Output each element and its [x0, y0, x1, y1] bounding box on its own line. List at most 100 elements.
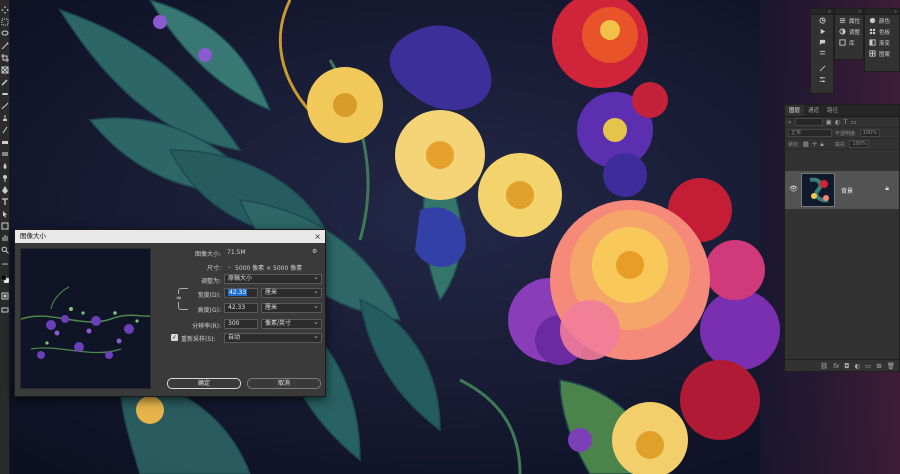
zoom-tool-icon[interactable] [1, 246, 9, 254]
tool-bar [0, 0, 10, 474]
color-icon [868, 17, 876, 25]
quick-mask-icon[interactable] [1, 292, 9, 300]
layers-bottom-bar: ⛓︎ fx ◘ ◐ ▭ ⊞ 🗑︎ [785, 359, 899, 371]
gradient-button[interactable]: 渐变 [865, 37, 899, 48]
marquee-tool-icon[interactable] [1, 18, 9, 26]
layer-name: 背景 [841, 187, 854, 195]
layer-kind-filter[interactable] [794, 118, 823, 126]
brush-tool-icon[interactable] [1, 102, 9, 110]
layer-filter-row: ⌕ ▣ ◐ T ▭ [785, 117, 899, 128]
eraser-tool-icon[interactable] [1, 138, 9, 146]
crop-tool-icon[interactable] [1, 54, 9, 62]
width-unit-select[interactable]: 厘米 [261, 287, 322, 298]
ok-button[interactable]: 确定 [167, 378, 241, 389]
pattern-icon [868, 50, 876, 58]
brush-settings-icon[interactable] [811, 63, 833, 74]
add-mask-icon[interactable]: ◘ [844, 362, 849, 370]
new-adjustment-icon[interactable]: ◐ [854, 362, 860, 370]
adjustments-button[interactable]: 调整 [835, 26, 863, 37]
pixel-filter-icon[interactable]: ▣ [826, 118, 832, 126]
visibility-eye-icon[interactable]: 👁︎ [789, 185, 798, 193]
new-group-icon[interactable]: ▭ [865, 362, 871, 370]
resample-select[interactable]: 自动 [224, 332, 322, 343]
color-panel-group: » 颜色 色板 渐变 图案 [864, 8, 900, 72]
foreground-background-color-icon[interactable] [1, 275, 9, 283]
history-icon[interactable] [811, 15, 833, 26]
dodge-tool-icon[interactable] [1, 174, 9, 182]
fill-label: 填充: [834, 141, 847, 148]
type-tool-icon[interactable] [1, 198, 9, 206]
height-input[interactable]: 42.33 [224, 303, 258, 313]
search-icon[interactable]: ⌕ [788, 118, 792, 127]
pattern-button[interactable]: 图案 [865, 48, 899, 59]
gradient-tool-icon[interactable] [1, 150, 9, 158]
blend-row: 正常 不透明度: 100% [785, 128, 899, 139]
fx-icon[interactable]: fx [833, 362, 839, 370]
dialog-title: 图像大小 [20, 232, 46, 240]
blend-mode-select[interactable]: 正常 [788, 129, 832, 137]
adjustments-icon [838, 28, 846, 36]
resample-checkbox[interactable]: ✓ [171, 334, 178, 341]
tab-layers[interactable]: 图层 [785, 105, 805, 116]
resolution-input[interactable]: 300 [224, 319, 258, 329]
height-unit-select[interactable]: 厘米 [261, 302, 322, 313]
delete-layer-icon[interactable]: 🗑︎ [887, 362, 895, 370]
tab-paths[interactable]: 路径 [823, 105, 842, 116]
history-brush-tool-icon[interactable] [1, 126, 9, 134]
library-button[interactable]: 库 [835, 37, 863, 48]
frame-tool-icon[interactable] [1, 66, 9, 74]
resample-label: 重新采样(S): [181, 336, 216, 343]
lock-position-icon[interactable]: ✛ [812, 140, 817, 148]
actions-icon[interactable] [811, 26, 833, 37]
fit-to-select[interactable]: 原稿大小 [224, 273, 322, 284]
lock-all-icon[interactable]: 🔒︎ [820, 140, 823, 149]
opacity-label: 不透明度: [835, 130, 857, 137]
blur-tool-icon[interactable] [1, 162, 9, 170]
stamp-tool-icon[interactable] [1, 114, 9, 122]
layer-thumbnail [801, 173, 835, 207]
close-icon[interactable]: × [314, 230, 321, 243]
fill-input[interactable]: 100% [849, 140, 870, 148]
glyphs-icon[interactable] [811, 48, 833, 59]
width-label: 宽度(D): [197, 292, 221, 299]
screen-mode-icon[interactable] [1, 306, 9, 314]
width-input[interactable]: 42.33 [224, 288, 258, 298]
resolution-label: 分辨率(R): [192, 323, 221, 330]
pen-tool-icon[interactable] [1, 186, 9, 194]
magic-wand-tool-icon[interactable] [1, 42, 9, 50]
lasso-tool-icon[interactable] [1, 30, 9, 38]
swatches-button[interactable]: 色板 [865, 26, 899, 37]
new-layer-icon[interactable]: ⊞ [876, 362, 881, 370]
lock-pixels-icon[interactable]: ▦ [803, 140, 809, 148]
hand-tool-icon[interactable] [1, 234, 9, 242]
shape-filter-icon[interactable]: ▭ [850, 118, 856, 126]
resolution-unit-select[interactable]: 像素/英寸 [261, 318, 322, 329]
adjustment-filter-icon[interactable]: ◐ [835, 118, 841, 126]
peony-flower [550, 200, 710, 360]
library-icon [838, 39, 846, 47]
move-tool-icon[interactable] [1, 6, 9, 14]
comments-icon[interactable] [811, 37, 833, 48]
image-preview[interactable] [20, 248, 151, 389]
eyedropper-tool-icon[interactable] [1, 78, 9, 86]
healing-tool-icon[interactable] [1, 90, 9, 98]
cancel-button[interactable]: 取消 [247, 378, 321, 389]
image-size-label: 图像大小: [194, 251, 221, 258]
tab-channels[interactable]: 通道 [804, 105, 823, 116]
dimensions-chevron-icon[interactable]: ⌄ [227, 263, 232, 270]
swatches-icon [868, 28, 876, 36]
properties-panel-group: » 属性 调整 库 [834, 8, 864, 60]
type-filter-icon[interactable]: T [843, 118, 847, 126]
layer-item-background[interactable]: 👁︎ 背景 🔒︎ [785, 171, 899, 209]
opacity-input[interactable]: 100% [859, 129, 880, 137]
color-button[interactable]: 颜色 [865, 15, 899, 26]
dialog-titlebar[interactable]: 图像大小 × [15, 230, 325, 243]
more-tools-icon[interactable] [1, 260, 9, 268]
adjust-sliders-icon[interactable] [811, 74, 833, 85]
link-layers-icon[interactable]: ⛓︎ [820, 362, 828, 370]
properties-button[interactable]: 属性 [835, 15, 863, 26]
settings-gear-icon[interactable]: ⚙ [312, 248, 317, 255]
path-selection-tool-icon[interactable] [1, 210, 9, 218]
rectangle-tool-icon[interactable] [1, 222, 9, 230]
properties-icon [838, 17, 846, 25]
